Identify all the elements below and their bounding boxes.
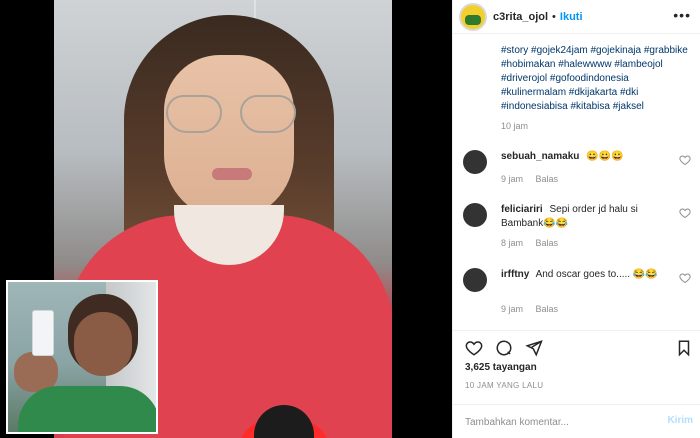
comments-panel: c3rita_ojol • Ikuti ••• #story #gojek24j… (452, 0, 700, 438)
comment-text: sebuah_namaku 😀😀😀 (501, 150, 665, 164)
picture-in-picture-video (6, 280, 158, 434)
avatar[interactable] (463, 203, 487, 227)
reply-button[interactable]: Balas (536, 174, 559, 184)
comment-composer: Kirim (453, 404, 700, 438)
post-actions (453, 330, 700, 360)
pip-phone (32, 310, 54, 356)
media-area[interactable] (0, 0, 452, 438)
heart-icon[interactable] (679, 272, 691, 284)
avatar[interactable] (463, 268, 487, 292)
heart-icon[interactable] (679, 207, 691, 219)
send-button[interactable]: Kirim (667, 415, 693, 426)
avatar[interactable] (459, 2, 487, 31)
reply-button[interactable]: Balas (536, 304, 559, 314)
comment-body: And oscar goes to..... 😂😂 (535, 269, 658, 280)
view-count[interactable]: 3,625 tayangan (465, 362, 537, 373)
caption-hashtags[interactable]: #story #gojek24jam #gojekinaja #grabbike… (501, 44, 691, 114)
separator-dot: • (552, 10, 556, 23)
comment-text: feliciariri Sepi order jd halu si Bamban… (501, 203, 665, 231)
comment-input[interactable] (465, 414, 645, 430)
heart-icon[interactable] (465, 339, 483, 357)
avatar[interactable] (463, 150, 487, 174)
caption-time: 10 jam (501, 121, 529, 131)
username-link[interactable]: c3rita_ojol (493, 11, 548, 23)
comment-icon[interactable] (495, 339, 513, 357)
post-header: c3rita_ojol • Ikuti ••• (453, 0, 700, 34)
comment-time: 9 jam (501, 174, 524, 184)
comment-text: irfftny And oscar goes to..... 😂😂 (501, 268, 665, 282)
heart-icon[interactable] (679, 154, 691, 166)
comment-meta: 8 jam Balas (501, 238, 568, 248)
instagram-post-view: c3rita_ojol • Ikuti ••• #story #gojek24j… (0, 0, 700, 438)
post-time: 10 JAM YANG LALU (465, 381, 544, 390)
comment-username[interactable]: irfftny (501, 269, 529, 280)
comment-meta: 9 jam Balas (501, 174, 568, 184)
comment-username[interactable]: feliciariri (501, 204, 543, 215)
person-face (164, 55, 294, 220)
bookmark-icon[interactable] (675, 339, 693, 357)
comment-username[interactable]: sebuah_namaku (501, 151, 579, 162)
follow-button[interactable]: Ikuti (560, 11, 583, 23)
person-lips (212, 168, 252, 180)
reply-button[interactable]: Balas (536, 238, 559, 248)
pip-green-jacket (18, 386, 156, 432)
more-horizontal-icon[interactable]: ••• (673, 7, 691, 23)
comment-meta: 9 jam Balas (501, 304, 568, 314)
comment-body: 😀😀😀 (586, 151, 624, 162)
comment-time: 8 jam (501, 238, 524, 248)
comment-time: 9 jam (501, 304, 524, 314)
share-icon[interactable] (525, 339, 543, 357)
pip-person-face (74, 312, 132, 376)
glasses (166, 95, 296, 135)
